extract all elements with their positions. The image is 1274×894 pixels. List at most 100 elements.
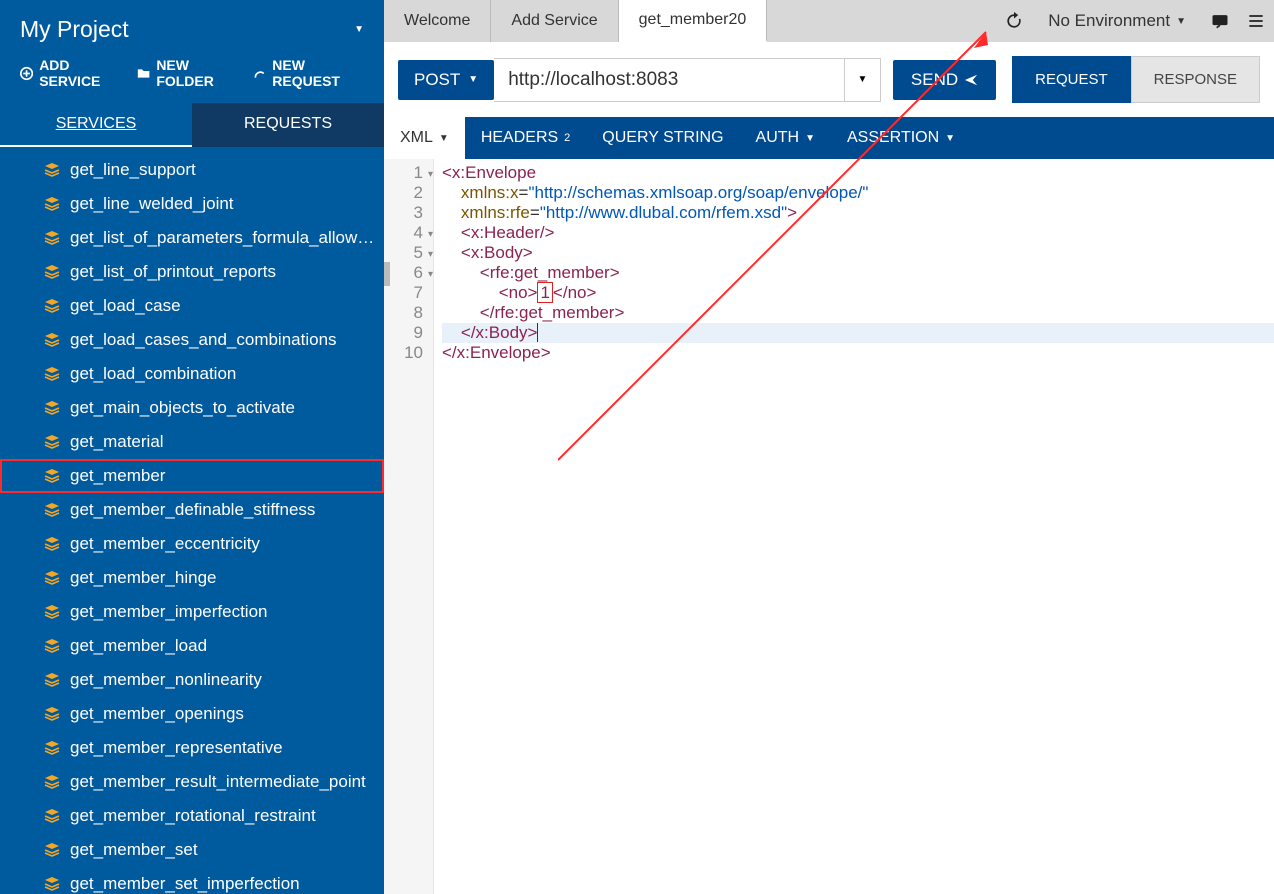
service-item[interactable]: get_main_objects_to_activate <box>0 391 384 425</box>
layers-icon <box>44 264 60 280</box>
layers-icon <box>44 400 60 416</box>
service-label: get_list_of_printout_reports <box>70 262 276 282</box>
service-label: get_member_set_imperfection <box>70 874 300 894</box>
service-label: get_load_combination <box>70 364 236 384</box>
service-label: get_load_cases_and_combinations <box>70 330 337 350</box>
service-item[interactable]: get_member_load <box>0 629 384 663</box>
service-label: get_list_of_parameters_formula_allow… <box>70 228 374 248</box>
new-folder-button[interactable]: NEW FOLDER <box>137 57 239 89</box>
menu-button[interactable] <box>1238 3 1274 39</box>
services-list: get_line_support get_line_welded_jointget… <box>0 147 384 894</box>
refresh-button[interactable] <box>996 3 1032 39</box>
layers-icon <box>44 332 60 348</box>
service-item[interactable]: get_member_rotational_restraint <box>0 799 384 833</box>
send-icon <box>964 73 978 87</box>
service-item[interactable]: get_member_imperfection <box>0 595 384 629</box>
splitter-handle[interactable] <box>384 262 390 286</box>
service-item[interactable]: get_member <box>0 459 384 493</box>
layers-icon <box>44 672 60 688</box>
service-item[interactable]: get_list_of_printout_reports <box>0 255 384 289</box>
service-item[interactable]: get_member_eccentricity <box>0 527 384 561</box>
service-label: get_member_rotational_restraint <box>70 806 316 826</box>
layers-icon <box>44 434 60 450</box>
service-item[interactable]: get_member_openings <box>0 697 384 731</box>
layers-icon <box>44 604 60 620</box>
service-label: get_member_eccentricity <box>70 534 260 554</box>
line-gutter: 1▾234▾5▾6▾78910 <box>384 159 434 894</box>
add-service-button[interactable]: ADD SERVICE <box>20 57 123 89</box>
service-label: get_line_support <box>70 160 196 180</box>
layers-icon <box>44 468 60 484</box>
service-item[interactable]: get_member_result_intermediate_point <box>0 765 384 799</box>
layers-icon <box>44 196 60 212</box>
layers-icon <box>44 366 60 382</box>
layers-icon <box>44 706 60 722</box>
request-icon <box>253 66 266 81</box>
assertion-tab[interactable]: ASSERTION ▼ <box>831 117 971 159</box>
service-label: get_member_load <box>70 636 207 656</box>
layers-icon <box>44 740 60 756</box>
service-item[interactable]: get_member_set <box>0 833 384 867</box>
service-label: get_member_openings <box>70 704 244 724</box>
sidebar: My Project ▼ ADD SERVICE NEW FOLDER NEW … <box>0 0 384 894</box>
project-title[interactable]: My Project <box>20 16 129 43</box>
service-label: get_member_nonlinearity <box>70 670 262 690</box>
service-label: get_material <box>70 432 164 452</box>
top-tab[interactable]: get_member20 <box>619 0 768 42</box>
auth-tab[interactable]: AUTH ▼ <box>740 117 831 159</box>
body-format-dropdown[interactable]: XML ▼ <box>384 117 465 159</box>
code-editor[interactable]: 1▾234▾5▾6▾78910 <x:Envelope xmlns:x="htt… <box>384 159 1274 894</box>
service-label: get_member_hinge <box>70 568 216 588</box>
service-label: get_member <box>70 466 165 486</box>
notifications-button[interactable] <box>1202 3 1238 39</box>
service-label: get_member_set <box>70 840 198 860</box>
headers-tab[interactable]: HEADERS2 <box>465 117 586 159</box>
response-tab[interactable]: RESPONSE <box>1131 56 1260 103</box>
layers-icon <box>44 808 60 824</box>
service-label: get_member_result_intermediate_point <box>70 772 366 792</box>
service-item[interactable]: get_member_hinge <box>0 561 384 595</box>
service-label: get_member_imperfection <box>70 602 267 622</box>
folder-plus-icon <box>137 66 150 81</box>
tab-requests[interactable]: REQUESTS <box>192 103 384 147</box>
service-item[interactable]: get_list_of_parameters_formula_allow… <box>0 221 384 255</box>
url-input[interactable] <box>494 58 845 102</box>
service-item[interactable]: get_line_welded_joint <box>0 187 384 221</box>
service-item[interactable]: get_material <box>0 425 384 459</box>
service-item[interactable]: get_member_set_imperfection <box>0 867 384 894</box>
tab-services[interactable]: SERVICES <box>0 103 192 147</box>
layers-icon <box>44 298 60 314</box>
service-label: get_load_case <box>70 296 181 316</box>
main-panel: WelcomeAdd Serviceget_member20 No Enviro… <box>384 0 1274 894</box>
request-tab[interactable]: REQUEST <box>1012 56 1131 103</box>
layers-icon <box>44 536 60 552</box>
plus-circle-icon <box>20 66 33 81</box>
code-content[interactable]: <x:Envelope xmlns:x="http://schemas.xmls… <box>434 159 1274 894</box>
top-tab[interactable]: Welcome <box>384 0 491 42</box>
service-item[interactable]: get_line_support <box>0 153 384 187</box>
layers-icon <box>44 570 60 586</box>
refresh-icon <box>1004 11 1024 31</box>
environment-dropdown[interactable]: No Environment▼ <box>1032 11 1202 31</box>
new-request-button[interactable]: NEW REQUEST <box>253 57 364 89</box>
project-dropdown-caret[interactable]: ▼ <box>354 24 364 35</box>
top-tab[interactable]: Add Service <box>491 0 618 42</box>
service-item[interactable]: get_load_cases_and_combinations <box>0 323 384 357</box>
send-button[interactable]: SEND <box>893 60 996 100</box>
service-item[interactable]: get_load_combination <box>0 357 384 391</box>
http-method-dropdown[interactable]: POST▼ <box>398 60 494 100</box>
layers-icon <box>44 502 60 518</box>
service-label: get_member_representative <box>70 738 283 758</box>
service-label: get_main_objects_to_activate <box>70 398 295 418</box>
url-history-dropdown[interactable]: ▼ <box>845 58 881 102</box>
layers-icon <box>44 638 60 654</box>
query-string-tab[interactable]: QUERY STRING <box>586 117 739 159</box>
layers-icon <box>44 842 60 858</box>
layers-icon <box>44 230 60 246</box>
service-item[interactable]: get_member_representative <box>0 731 384 765</box>
layers-icon <box>44 774 60 790</box>
menu-icon <box>1246 11 1266 31</box>
service-item[interactable]: get_member_definable_stiffness <box>0 493 384 527</box>
service-item[interactable]: get_load_case <box>0 289 384 323</box>
service-item[interactable]: get_member_nonlinearity <box>0 663 384 697</box>
